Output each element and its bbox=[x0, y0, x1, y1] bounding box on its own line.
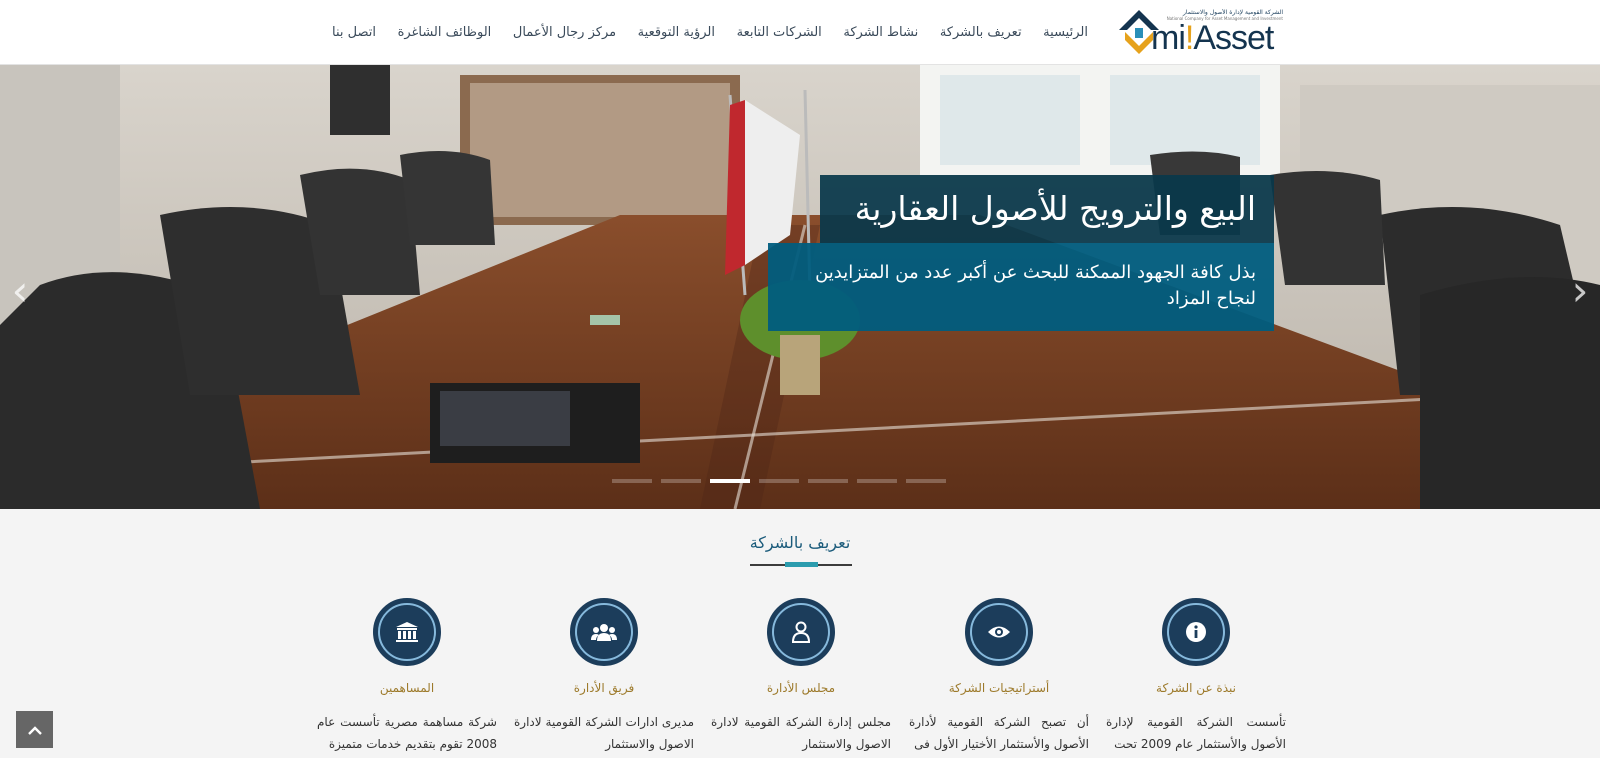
slider-dot[interactable] bbox=[612, 479, 652, 483]
slider-dot[interactable] bbox=[808, 479, 848, 483]
slider-dot[interactable] bbox=[906, 479, 946, 483]
card-text: تأسست الشركة القومية لإدارة الأصول والأس… bbox=[1106, 715, 1286, 751]
card-title[interactable]: المساهمين bbox=[317, 681, 497, 695]
user-icon-circle bbox=[767, 598, 835, 666]
nav-item-about[interactable]: تعريف بالشركة bbox=[940, 25, 1022, 40]
card-text: مجلس إدارة الشركة القومية لادارة الاصول … bbox=[711, 715, 891, 751]
eye-icon-circle bbox=[965, 598, 1033, 666]
logo-arabic-name: الشركة القومية لإدارة الأصول والاستثمار bbox=[1182, 9, 1283, 16]
bank-icon-circle bbox=[373, 598, 441, 666]
nav-item-vision[interactable]: الرؤية التوقعية bbox=[638, 25, 715, 40]
company-logo[interactable]: الشركة القومية لإدارة الأصول والاستثمار … bbox=[1115, 8, 1283, 60]
nav-item-home[interactable]: الرئيسية bbox=[1043, 25, 1088, 40]
slider-next-button[interactable]: › bbox=[1560, 250, 1600, 330]
hero-slider: ‹ › البيع والترويج للأصول العقارية بذل ك… bbox=[0, 65, 1600, 509]
nav-item-jobs[interactable]: الوظائف الشاغرة bbox=[398, 25, 492, 40]
user-icon bbox=[791, 621, 811, 643]
card-title[interactable]: مجلس الأدارة bbox=[711, 681, 891, 695]
slider-dot-active[interactable] bbox=[710, 479, 750, 483]
eye-icon bbox=[988, 626, 1010, 638]
site-header: الشركة القومية لإدارة الأصول والاستثمار … bbox=[0, 0, 1600, 65]
info-icon-circle bbox=[1162, 598, 1230, 666]
section-title: تعريف بالشركة bbox=[749, 533, 851, 552]
info-icon bbox=[1186, 622, 1206, 642]
users-icon-circle bbox=[570, 598, 638, 666]
slider-dot[interactable] bbox=[759, 479, 799, 483]
slider-prev-button[interactable]: ‹ bbox=[0, 250, 40, 330]
main-nav: الرئيسية تعريف بالشركة نشاط الشركة الشرك… bbox=[320, 0, 1100, 65]
card-title[interactable]: فريق الأدارة bbox=[514, 681, 694, 695]
slide-caption-text: بذل كافة الجهود الممكنة للبحث عن أكبر عد… bbox=[768, 243, 1274, 331]
logo-wordmark: mi!Asset bbox=[1151, 18, 1274, 58]
logo-wordmark-asset: Asset bbox=[1193, 19, 1274, 57]
nav-item-business-center[interactable]: مركز رجال الأعمال bbox=[513, 25, 616, 40]
card-text: شركة مساهمة مصرية تأسست عام 2008 تقوم بت… bbox=[317, 715, 497, 751]
section-title-accent bbox=[785, 562, 818, 567]
nav-item-subsidiaries[interactable]: الشركات التابعة bbox=[737, 25, 822, 40]
slider-dot[interactable] bbox=[857, 479, 897, 483]
scroll-to-top-button[interactable] bbox=[16, 711, 53, 748]
nav-item-activity[interactable]: نشاط الشركة bbox=[843, 25, 918, 40]
card-text: مديرى ادارات الشركة القومية لادارة الاصو… bbox=[514, 715, 694, 751]
logo-wordmark-mi: mi bbox=[1151, 19, 1186, 57]
card-text: أن تصبح الشركة القومية لأدارة الأصول وال… bbox=[909, 715, 1089, 751]
slide-caption-title: البيع والترويج للأصول العقارية bbox=[820, 175, 1274, 243]
users-icon bbox=[591, 624, 617, 641]
slider-pagination bbox=[612, 479, 955, 483]
card-title[interactable]: أستراتيجيات الشركة bbox=[909, 681, 1089, 695]
bank-icon bbox=[396, 622, 418, 642]
nav-item-contact[interactable]: اتصل بنا bbox=[332, 25, 376, 40]
card-title[interactable]: نبذة عن الشركة bbox=[1106, 681, 1286, 695]
slider-dot[interactable] bbox=[661, 479, 701, 483]
chevron-left-icon: ‹ bbox=[11, 265, 29, 315]
chevron-right-icon: › bbox=[1571, 265, 1589, 315]
arrow-up-icon bbox=[27, 725, 42, 735]
